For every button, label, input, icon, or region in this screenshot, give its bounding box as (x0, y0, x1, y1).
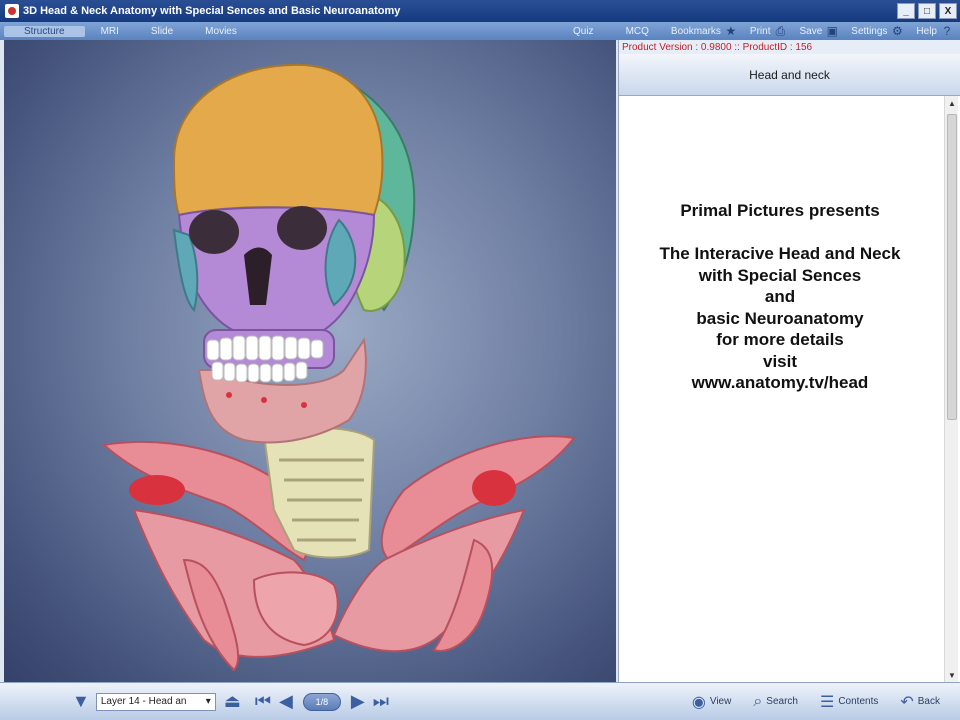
app-icon (5, 4, 19, 18)
view-label: View (709, 696, 732, 707)
layer-select[interactable]: Layer 14 - Head an ▾ (95, 692, 216, 711)
contents-icon: ☰ (819, 693, 835, 711)
star-icon: ★ (725, 24, 737, 38)
eye-icon: ◉ (691, 693, 706, 711)
teeth (206, 335, 324, 383)
search-button[interactable]: ⌕ Search (753, 693, 798, 711)
menu-bar: Structure MRI Slide Movies Quiz MCQ Book… (0, 22, 960, 40)
bookmarks-button[interactable]: Bookmarks ★ (671, 24, 738, 38)
help-icon: ? (943, 24, 951, 38)
settings-button[interactable]: Settings ⚙ (851, 24, 904, 38)
window-title: 3D Head & Neck Anatomy with Special Senc… (23, 5, 401, 17)
info-panel: Product Version : 0.9800 :: ProductID : … (618, 40, 960, 682)
frame-counter: 1/8 (302, 692, 341, 711)
settings-label: Settings (851, 25, 888, 37)
contents-label: Contents (838, 696, 879, 707)
app-window: 3D Head & Neck Anatomy with Special Senc… (0, 0, 960, 720)
print-button[interactable]: Print ⎙ (750, 24, 788, 38)
close-button[interactable]: X (939, 3, 957, 19)
title-bar: 3D Head & Neck Anatomy with Special Senc… (0, 0, 960, 22)
layer-up-icon[interactable]: ⏏ (224, 691, 241, 712)
menu-movies[interactable]: Movies (189, 26, 253, 37)
disk-icon: ▣ (826, 24, 838, 38)
bottom-toolbar: ▼ Layer 14 - Head an ▾ ⏏ ⏮ ◀ 1/8 ▶ ⏭ ◉ V… (0, 682, 960, 720)
restore-button[interactable]: □ (918, 3, 936, 19)
content-line: The Interacive Head and Neck (659, 244, 901, 263)
menu-slide[interactable]: Slide (135, 26, 189, 37)
scroll-down-arrow[interactable]: ▼ (945, 668, 959, 682)
content-scrollbar[interactable]: ▲ ▼ (944, 96, 958, 682)
content-line: Primal Pictures presents (680, 201, 880, 220)
chevron-down-icon: ▾ (205, 696, 211, 707)
menu-mcq[interactable]: MCQ (610, 26, 665, 37)
skeleton-model[interactable] (4, 40, 616, 682)
anatomy-3d-viewport[interactable] (4, 40, 616, 682)
content-line: and (764, 287, 796, 306)
help-label: Help (916, 25, 937, 37)
menu-mri[interactable]: MRI (85, 26, 135, 37)
panel-content: Primal Pictures presents The Interacive … (619, 96, 941, 682)
back-button[interactable]: ↶ Back (900, 692, 940, 712)
search-icon: ⌕ (753, 692, 763, 710)
last-frame-icon[interactable]: ⏭ (373, 691, 389, 712)
view-button[interactable]: ◉ View (692, 692, 731, 712)
layer-down-icon[interactable]: ▼ (72, 691, 90, 712)
help-button[interactable]: Help ? (916, 24, 954, 38)
section-title: Head and neck (749, 67, 830, 82)
content-line: with Special Sences (698, 265, 862, 285)
back-icon: ↶ (900, 693, 914, 711)
first-frame-icon[interactable]: ⏮ (255, 691, 271, 712)
save-button[interactable]: Save ▣ (799, 24, 839, 38)
contents-button[interactable]: ☰ Contents (820, 692, 878, 712)
menu-quiz[interactable]: Quiz (557, 26, 610, 37)
version-text: Product Version : 0.9800 :: ProductID : … (622, 41, 813, 53)
next-icon[interactable]: ▶ (351, 691, 365, 712)
product-version: Product Version : 0.9800 :: ProductID : … (619, 40, 960, 54)
minimize-button[interactable]: _ (897, 3, 915, 19)
print-label: Print (749, 25, 771, 37)
section-header: Head and neck (619, 54, 960, 96)
back-label: Back (917, 696, 940, 707)
gear-icon: ⚙ (892, 24, 903, 38)
content-line: basic Neuroanatomy (696, 308, 864, 328)
save-label: Save (799, 25, 823, 37)
bookmarks-label: Bookmarks (670, 25, 721, 37)
website-link[interactable]: www.anatomy.tv/head (619, 372, 941, 394)
layer-select-value: Layer 14 - Head an (100, 696, 187, 707)
content-line: for more details (716, 330, 844, 349)
content-line: visit (762, 351, 798, 371)
content-line (619, 222, 941, 244)
previous-icon[interactable]: ◀ (279, 691, 293, 712)
frontal-bone (172, 63, 384, 217)
search-label: Search (766, 696, 798, 707)
printer-icon: ⎙ (775, 23, 786, 38)
scroll-up-arrow[interactable]: ▲ (945, 96, 959, 110)
menu-structure[interactable]: Structure (4, 25, 85, 37)
scroll-thumb[interactable] (947, 114, 957, 420)
